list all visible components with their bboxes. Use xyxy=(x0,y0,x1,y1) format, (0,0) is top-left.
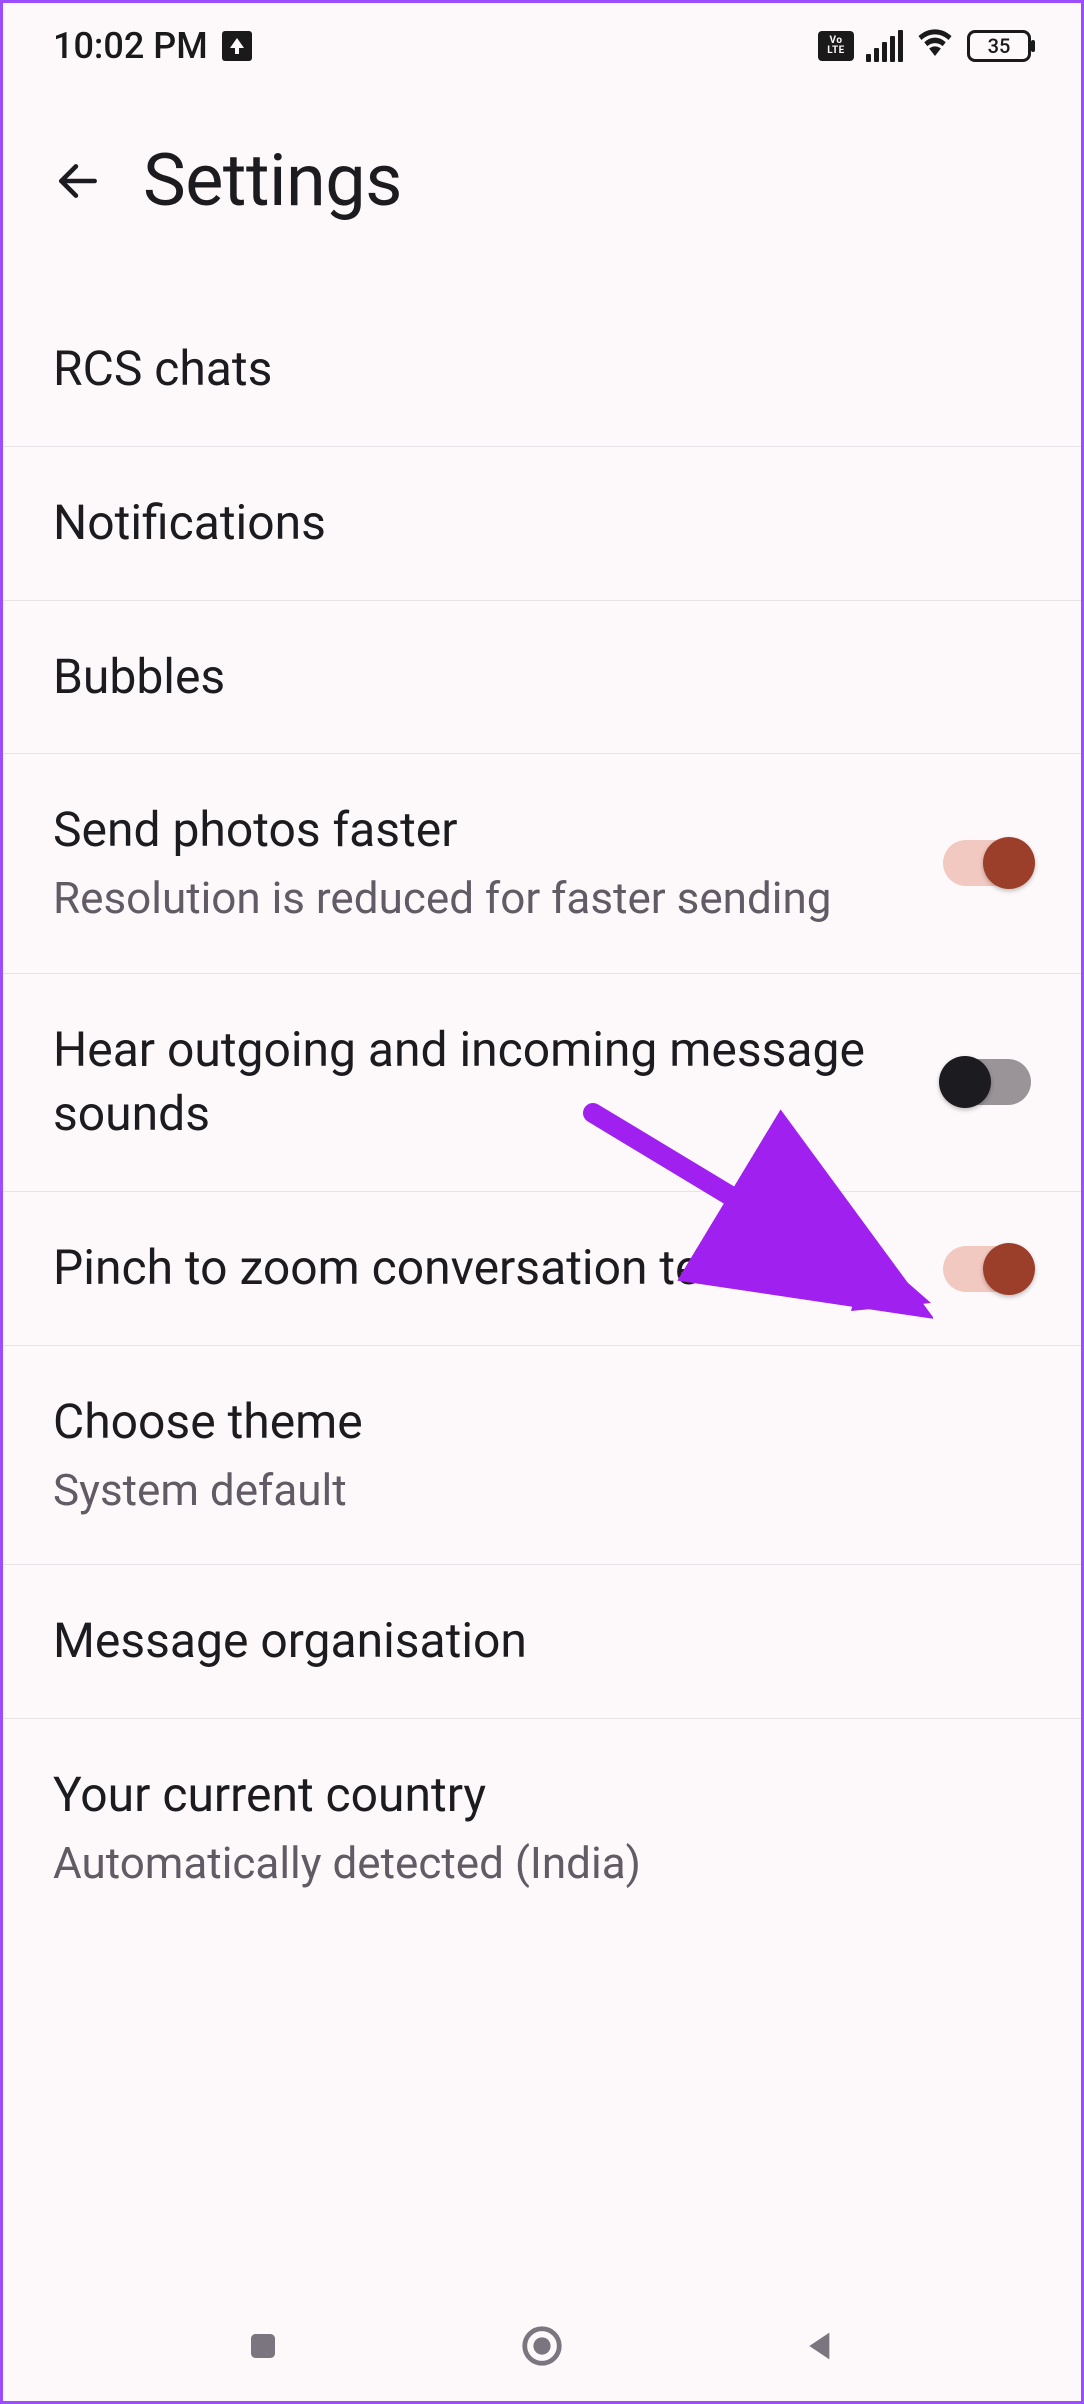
setting-title: Message organisation xyxy=(53,1609,1001,1674)
settings-list: RCS chats Notifications Bubbles Send pho… xyxy=(3,293,1081,1903)
setting-title: Your current country xyxy=(53,1763,1001,1828)
setting-title: Bubbles xyxy=(53,645,1001,710)
setting-title: RCS chats xyxy=(53,337,1001,402)
setting-title: Notifications xyxy=(53,491,1001,556)
fade-overlay xyxy=(3,2231,1081,2291)
app-header: Settings xyxy=(3,88,1081,293)
status-right: VoLTE 35 xyxy=(818,21,1031,70)
setting-subtitle: Automatically detected (India) xyxy=(53,1834,1001,1893)
volte-icon: VoLTE xyxy=(818,31,854,61)
setting-title: Send photos faster xyxy=(53,798,913,863)
battery-icon: 35 xyxy=(967,30,1031,62)
setting-title: Pinch to zoom conversation text xyxy=(53,1236,913,1301)
nav-recent-button[interactable] xyxy=(235,2318,291,2374)
toggle-send-photos[interactable] xyxy=(943,840,1031,886)
setting-subtitle: Resolution is reduced for faster sending xyxy=(53,869,913,928)
clock-time: 10:02 PM xyxy=(53,25,208,67)
nav-back-button[interactable] xyxy=(793,2318,849,2374)
page-title: Settings xyxy=(143,138,402,223)
setting-send-photos-faster[interactable]: Send photos faster Resolution is reduced… xyxy=(3,754,1081,973)
setting-subtitle: System default xyxy=(53,1461,1001,1520)
nav-home-button[interactable] xyxy=(514,2318,570,2374)
status-bar: 10:02 PM VoLTE 35 xyxy=(3,3,1081,88)
toggle-message-sounds[interactable] xyxy=(943,1059,1031,1105)
setting-current-country[interactable]: Your current country Automatically detec… xyxy=(3,1719,1081,1903)
back-button[interactable] xyxy=(53,156,103,206)
signal-icon xyxy=(866,30,903,62)
setting-message-sounds[interactable]: Hear outgoing and incoming message sound… xyxy=(3,974,1081,1193)
setting-pinch-zoom[interactable]: Pinch to zoom conversation text xyxy=(3,1192,1081,1346)
setting-message-organisation[interactable]: Message organisation xyxy=(3,1565,1081,1719)
status-left: 10:02 PM xyxy=(53,25,252,67)
battery-level: 35 xyxy=(988,34,1011,58)
setting-choose-theme[interactable]: Choose theme System default xyxy=(3,1346,1081,1565)
navigation-bar xyxy=(3,2291,1081,2401)
setting-rcs-chats[interactable]: RCS chats xyxy=(3,293,1081,447)
toggle-pinch-zoom[interactable] xyxy=(943,1246,1031,1292)
setting-title: Choose theme xyxy=(53,1390,1001,1455)
wifi-icon xyxy=(915,21,955,70)
setting-bubbles[interactable]: Bubbles xyxy=(3,601,1081,755)
upload-icon xyxy=(222,31,252,61)
setting-title: Hear outgoing and incoming message sound… xyxy=(53,1018,913,1148)
setting-notifications[interactable]: Notifications xyxy=(3,447,1081,601)
